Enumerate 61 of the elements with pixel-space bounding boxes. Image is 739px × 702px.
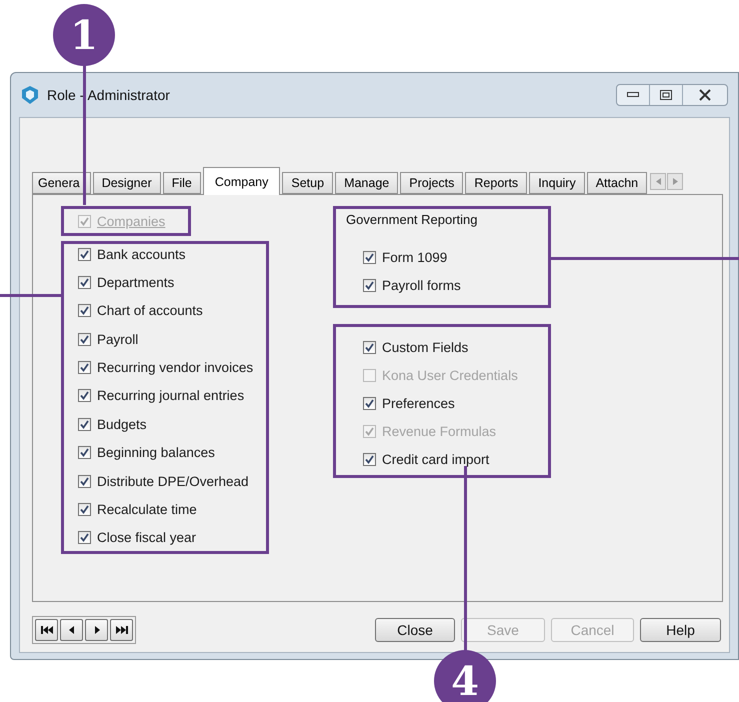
nav-button[interactable] <box>110 619 133 641</box>
checkbox-label: Kona User Credentials <box>382 368 518 382</box>
checkbox[interactable] <box>78 248 91 260</box>
tab[interactable]: Company <box>202 167 280 195</box>
checkbox[interactable] <box>78 418 91 431</box>
checkbox[interactable] <box>363 452 376 466</box>
checkbox[interactable] <box>78 361 91 374</box>
first-icon <box>40 625 54 635</box>
last-icon <box>114 625 128 635</box>
checkbox-label: Preferences <box>382 396 455 410</box>
nav-button[interactable] <box>60 619 83 641</box>
group-title: Government Reporting <box>346 212 479 227</box>
checkbox[interactable] <box>363 340 376 354</box>
checkbox-label: Custom Fields <box>382 340 468 354</box>
checkbox-label: Close fiscal year <box>97 530 196 546</box>
callout-badge: 4 <box>434 650 496 702</box>
checkbox[interactable] <box>363 396 376 410</box>
checkbox[interactable] <box>78 332 91 346</box>
checkbox[interactable] <box>363 278 376 292</box>
checkbox-label: Recurring vendor invoices <box>97 360 254 376</box>
checkbox-label: Departments <box>97 274 174 290</box>
maximize-icon <box>660 90 672 100</box>
checkbox[interactable] <box>78 276 91 289</box>
checkbox-label: Credit card import <box>382 452 490 466</box>
tab[interactable]: Designer <box>92 172 161 194</box>
tab[interactable]: Inquiry <box>529 172 585 194</box>
dialog-button[interactable]: Help <box>640 618 721 642</box>
checkbox-label: Bank accounts <box>97 246 186 262</box>
checkbox-label: Beginning balances <box>97 445 215 460</box>
tab[interactable]: File <box>162 172 201 194</box>
left-arrow-icon <box>656 178 661 185</box>
dialog-button[interactable]: Close <box>375 618 455 642</box>
nav-button[interactable] <box>85 619 108 641</box>
tab[interactable]: Projects <box>400 172 464 194</box>
checkbox-label: Chart of accounts <box>97 303 203 318</box>
tab[interactable]: Reports <box>465 172 528 194</box>
nav-button[interactable] <box>35 619 58 641</box>
tab[interactable]: Setup <box>282 172 334 194</box>
right-arrow-icon <box>672 178 678 185</box>
checkbox-label: Revenue Formulas <box>382 424 496 438</box>
checkbox[interactable] <box>78 446 91 460</box>
checkbox-label: Recurring journal entries <box>97 388 244 404</box>
tab[interactable]: Manage <box>335 172 398 194</box>
checkbox-label: Companies <box>97 214 166 228</box>
checkbox-label: Distribute DPE/Overhead <box>97 474 249 489</box>
checkbox-label: Recalculate time <box>97 502 197 518</box>
checkbox[interactable] <box>363 250 376 264</box>
app-logo-icon <box>19 84 41 106</box>
tab[interactable]: Genera <box>32 172 91 194</box>
callout-badge: 1 <box>53 4 115 66</box>
checkbox-label: Payroll <box>97 332 138 347</box>
checkbox[interactable] <box>78 304 91 318</box>
checkbox[interactable] <box>78 503 91 516</box>
checkbox-label: Form 1099 <box>382 250 448 264</box>
minimize-icon <box>627 92 639 98</box>
checkbox-label: Budgets <box>97 416 147 432</box>
tab[interactable]: Attachn <box>586 172 648 194</box>
checkbox[interactable] <box>78 389 91 402</box>
checkbox[interactable] <box>78 474 91 488</box>
checkbox[interactable] <box>78 531 91 544</box>
checkbox-label: Payroll forms <box>382 278 461 292</box>
